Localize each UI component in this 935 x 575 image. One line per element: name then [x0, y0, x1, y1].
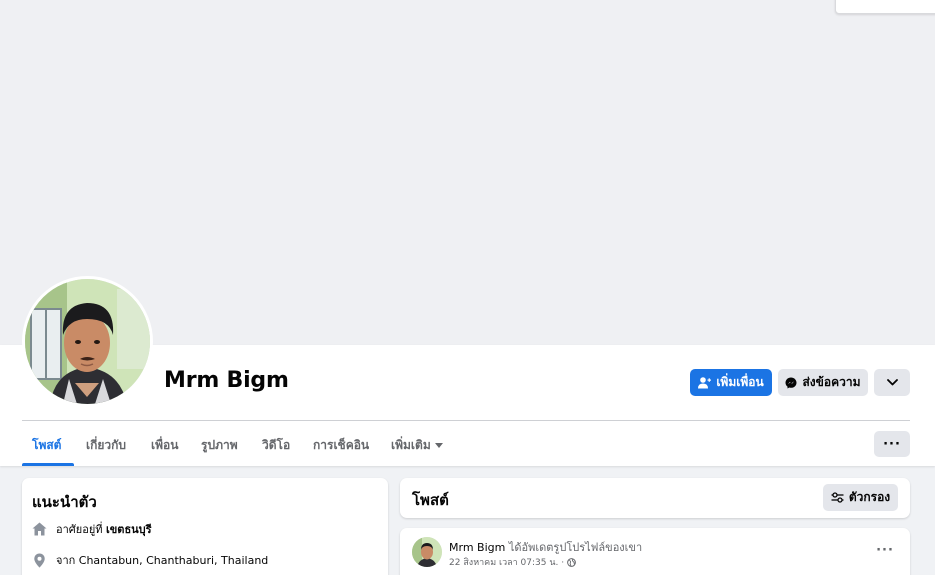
filter-button[interactable]: ตัวกรอง: [823, 484, 898, 511]
caret-down-icon: [434, 443, 443, 448]
filter-label: ตัวกรอง: [848, 490, 891, 504]
post-author-avatar[interactable]: [412, 537, 442, 567]
intro-lives-place[interactable]: เขตธนบุรี: [106, 523, 152, 536]
person-plus-icon: [698, 376, 712, 388]
globe-icon: [567, 557, 576, 567]
add-friend-label: เพิ่มเพื่อน: [716, 375, 764, 389]
more-dots-icon: ···: [876, 542, 894, 558]
tab-more-label: เพิ่มเติม: [391, 438, 431, 452]
messenger-icon: [785, 377, 797, 388]
message-label: ส่งข้อความ: [802, 375, 861, 389]
intro-lives-prefix: อาศัยอยู่ที่: [56, 523, 103, 536]
post-item: Mrm Bigm ได้อัพเดตรูปโปรไฟล์ของเขา 22 สิ…: [400, 528, 910, 575]
home-icon: [32, 522, 47, 536]
post-avatar-photo: [412, 537, 442, 567]
profile-options-button[interactable]: [874, 369, 910, 396]
post-action-text: ได้อัพเดตรูปโปรไฟล์ของเขา: [508, 541, 643, 554]
chevron-down-icon: [886, 379, 898, 386]
post-options-button[interactable]: ···: [872, 540, 898, 560]
post-header-text: Mrm Bigm ได้อัพเดตรูปโปรไฟล์ของเขา: [449, 538, 642, 556]
cover-photo[interactable]: [0, 0, 935, 345]
post-timestamp[interactable]: 22 สิงหาคม เวลา 07:35 น. ·: [449, 555, 564, 569]
intro-lives-row: อาศัยอยู่ที่ เขตธนบุรี: [32, 520, 152, 538]
tab-about[interactable]: เกี่ยวกับ: [86, 436, 126, 455]
tab-posts[interactable]: โพสต์: [32, 436, 61, 455]
tab-checkins[interactable]: การเช็คอิน: [313, 436, 369, 455]
tabs-more-button[interactable]: ···: [874, 431, 910, 457]
posts-title: โพสต์: [412, 491, 449, 509]
post-author-name[interactable]: Mrm Bigm: [449, 541, 505, 554]
post-meta: 22 สิงหาคม เวลา 07:35 น. ·: [449, 555, 576, 569]
message-button[interactable]: ส่งข้อความ: [778, 369, 868, 396]
dropdown-panel-edge: [835, 0, 935, 14]
intro-title: แนะนำตัว: [32, 493, 97, 511]
tab-friends[interactable]: เพื่อน: [151, 436, 178, 455]
posts-header-card: โพสต์ ตัวกรอง: [400, 478, 910, 518]
profile-avatar[interactable]: [22, 276, 153, 407]
active-tab-indicator: [22, 463, 74, 466]
tab-more[interactable]: เพิ่มเติม: [391, 436, 443, 455]
intro-from-row: จาก Chantabun, Chanthaburi, Thailand: [32, 551, 268, 569]
location-pin-icon: [34, 553, 45, 567]
intro-card: แนะนำตัว อาศัยอยู่ที่ เขตธนบุรี จาก Chan…: [22, 478, 388, 575]
filter-sliders-icon: [831, 492, 844, 503]
tab-photos[interactable]: รูปภาพ: [201, 436, 238, 455]
more-dots-icon: ···: [883, 436, 901, 452]
avatar-photo: [25, 279, 150, 404]
intro-from-text: จาก Chantabun, Chanthaburi, Thailand: [56, 554, 269, 567]
header-divider: [22, 420, 910, 421]
add-friend-button[interactable]: เพิ่มเพื่อน: [690, 369, 772, 396]
profile-name: Mrm Bigm: [164, 368, 289, 393]
tab-videos[interactable]: วิดีโอ: [262, 436, 290, 455]
